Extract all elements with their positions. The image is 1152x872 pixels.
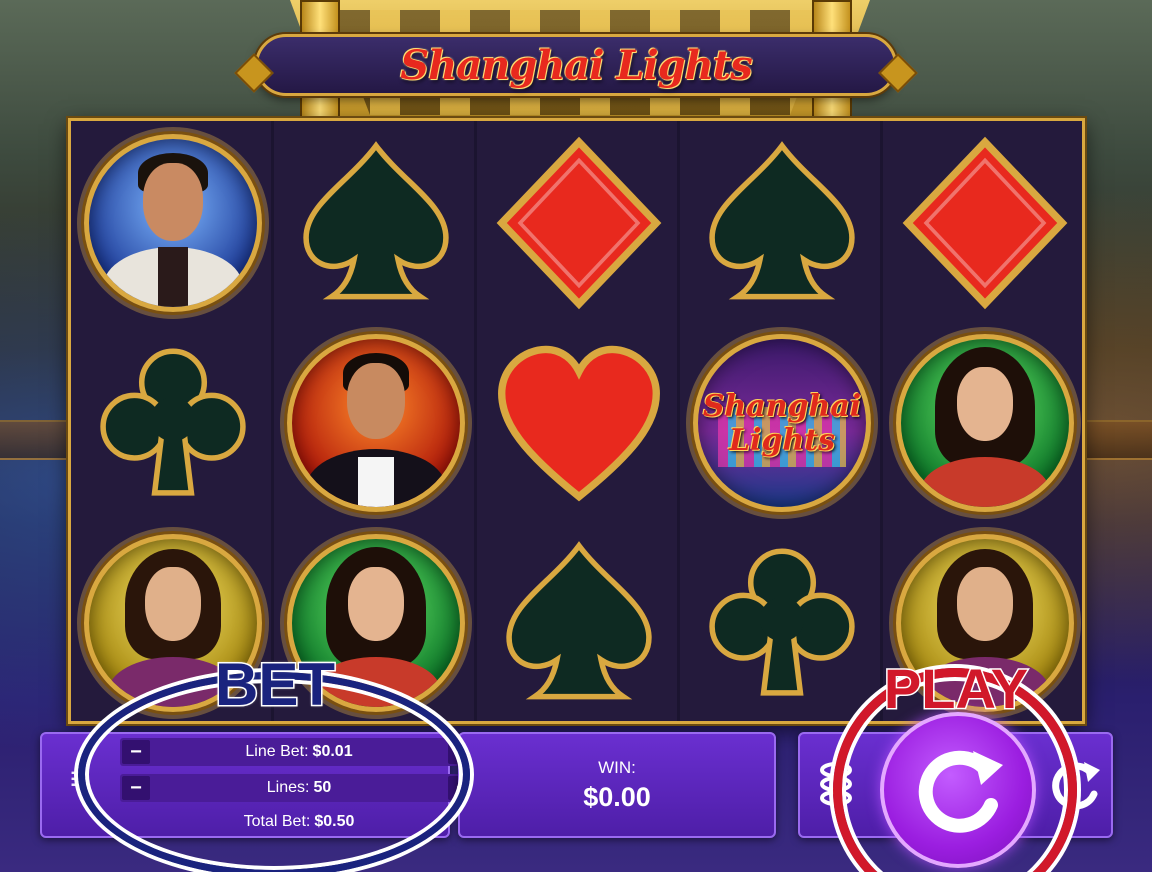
symbol-spade [479,523,679,721]
logo-symbol-line1: Shanghai [702,389,862,424]
symbol-diamond [479,123,679,323]
spade-icon [709,141,855,300]
symbol-portrait-man-tuxedo [276,323,476,523]
reel-grid: Shanghai Lights [68,118,1085,724]
win-label: WIN: [598,757,636,777]
club-icon [709,548,855,696]
win-panel: WIN: $0.00 [458,732,776,838]
heart-icon [498,345,660,502]
spade-icon [303,141,449,300]
symbol-portrait-woman-champagne [885,323,1082,523]
club-icon [100,348,246,496]
spade-icon [506,541,652,700]
title-banner: Shanghai Lights [255,34,897,96]
symbol-logo-shanghai-lights: Shanghai Lights [682,323,882,523]
win-value: $0.00 [583,781,651,812]
logo-symbol-line2: Lights [728,423,836,458]
diamond-icon [902,136,1068,310]
symbol-spade [682,123,882,323]
symbol-club [73,323,273,523]
bet-annotation-label: BET [214,650,337,720]
symbol-heart [479,323,679,523]
symbol-portrait-man-white-suit [73,123,273,323]
symbol-club [682,523,882,721]
game-title: Shanghai Lights [400,41,752,89]
symbol-spade [276,123,476,323]
play-annotation-label: PLAY [882,656,1029,722]
diamond-icon [496,136,662,310]
symbol-diamond [885,123,1082,323]
